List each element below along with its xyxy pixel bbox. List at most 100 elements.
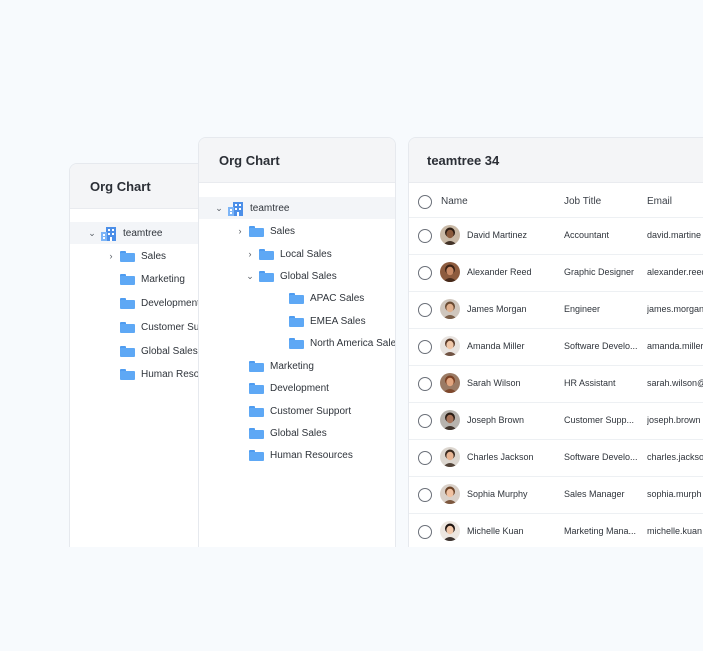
tree-item-label: North America Sales — [310, 337, 396, 349]
cell-name: James Morgan — [467, 304, 527, 314]
panel-title: Org Chart — [199, 138, 395, 183]
tree-item-label: Sales — [141, 250, 167, 262]
tree-item-label: Human Resources — [270, 449, 353, 461]
cell-email: alexander.reed — [647, 267, 703, 277]
table-row[interactable]: Joseph Brown Customer Supp... joseph.brown — [409, 402, 703, 439]
tree-item-label: Marketing — [270, 360, 314, 372]
table-row[interactable]: Michelle Kuan Marketing Mana... michelle.k… — [409, 513, 703, 547]
column-header-job-title[interactable]: Job Title — [564, 196, 601, 207]
tree-item[interactable]: ›North America Sales — [275, 332, 396, 354]
table-row[interactable]: Sarah Wilson HR Assistant sarah.wilson@ — [409, 365, 703, 402]
table-row[interactable]: Alexander Reed Graphic Designer alexander.… — [409, 254, 703, 291]
avatar — [440, 373, 460, 393]
row-select-radio[interactable] — [418, 488, 432, 502]
tree-item[interactable]: ›APAC Sales — [275, 287, 364, 309]
cell-email: david.martine — [647, 230, 702, 240]
avatar — [440, 447, 460, 467]
column-header-name[interactable]: Name — [441, 196, 468, 207]
folder-icon — [120, 297, 135, 309]
row-select-radio[interactable] — [418, 414, 432, 428]
cell-name: David Martinez — [467, 230, 528, 240]
cell-name: Sophia Murphy — [467, 489, 528, 499]
tree-root-label: teamtree — [250, 202, 290, 214]
cell-name: Alexander Reed — [467, 267, 532, 277]
avatar — [440, 521, 460, 541]
row-select-radio[interactable] — [418, 303, 432, 317]
cell-email: michelle.kuan — [647, 526, 703, 536]
tree-item[interactable]: ›Customer Support — [235, 400, 351, 422]
cell-job-title: Graphic Designer — [564, 267, 635, 277]
cell-job-title: Marketing Mana... — [564, 526, 637, 536]
row-select-radio[interactable] — [418, 340, 432, 354]
tree-item-label: Local Sales — [280, 248, 332, 260]
tree-item[interactable]: ›Development — [106, 292, 200, 314]
avatar — [440, 336, 460, 356]
table-row[interactable]: Amanda Miller Software Develo... amanda.mi… — [409, 328, 703, 365]
chevron-right-icon[interactable]: › — [106, 251, 116, 261]
folder-icon — [289, 292, 304, 304]
tree-item-label: Development — [270, 382, 329, 394]
tree-item[interactable]: › Sales — [106, 245, 166, 267]
cell-email: charles.jackso — [647, 452, 703, 462]
tree-item[interactable]: ⌄ Global Sales — [245, 265, 337, 287]
tree-item[interactable]: ›Development — [235, 377, 329, 399]
cell-job-title: HR Assistant — [564, 378, 616, 388]
column-header-email[interactable]: Email — [647, 196, 672, 207]
cell-email: james.morgan — [647, 304, 703, 314]
cell-job-title: Engineer — [564, 304, 601, 314]
folder-icon — [249, 225, 264, 237]
chevron-down-icon[interactable]: ⌄ — [214, 203, 224, 214]
tree-item[interactable]: ›Marketing — [235, 355, 314, 377]
folder-icon — [120, 368, 135, 380]
tree-item-label: Global Sales — [141, 345, 198, 357]
row-select-radio[interactable] — [418, 229, 432, 243]
chevron-down-icon[interactable]: ⌄ — [87, 228, 97, 239]
table-row[interactable]: James Morgan Engineer james.morgan — [409, 291, 703, 328]
cell-job-title: Sales Manager — [564, 489, 625, 499]
tree-item[interactable]: ›Global Sales — [106, 340, 198, 362]
table-row[interactable]: Charles Jackson Software Develo... charles… — [409, 439, 703, 476]
tree-item[interactable]: ›Human Resources — [235, 444, 353, 466]
folder-icon — [249, 449, 264, 461]
cell-job-title: Software Develo... — [564, 452, 638, 462]
chevron-down-icon[interactable]: ⌄ — [245, 271, 255, 282]
select-all-radio[interactable] — [418, 195, 432, 209]
tree-root[interactable]: ⌄ teamtree — [199, 197, 395, 219]
panel-title: Org Chart — [70, 164, 208, 209]
tree-item[interactable]: ›Customer Sup — [106, 316, 205, 338]
tree-root[interactable]: ⌄ teamtree — [70, 222, 208, 244]
tree-item-label: Customer Support — [270, 405, 352, 417]
table-row[interactable]: Sophia Murphy Sales Manager sophia.murph — [409, 476, 703, 513]
folder-icon — [289, 315, 304, 327]
row-select-radio[interactable] — [418, 525, 432, 539]
members-table-panel: teamtree 34 Name Job Title Email David M… — [408, 137, 703, 547]
org-chart-panel-back: Org Chart ⌄ teamtree › Sales ›Marketing›De… — [69, 163, 209, 547]
cell-job-title: Accountant — [564, 230, 610, 240]
cell-job-title: Software Develo... — [564, 341, 638, 351]
chevron-right-icon[interactable]: › — [245, 249, 255, 259]
tree-item[interactable]: ›EMEA Sales — [275, 310, 366, 332]
cell-name: Charles Jackson — [467, 452, 534, 462]
chevron-right-icon[interactable]: › — [235, 226, 245, 236]
building-icon — [101, 226, 116, 241]
folder-icon — [120, 250, 135, 262]
cell-email: amanda.miller — [647, 341, 703, 351]
table-row[interactable]: David Martinez Accountant david.martine — [409, 217, 703, 254]
folder-icon — [259, 248, 274, 260]
tree-item[interactable]: › Local Sales — [245, 243, 332, 265]
tree-item-label: Marketing — [141, 273, 185, 285]
row-select-radio[interactable] — [418, 451, 432, 465]
row-select-radio[interactable] — [418, 377, 432, 391]
cell-name: Michelle Kuan — [467, 526, 524, 536]
folder-icon — [249, 382, 264, 394]
avatar — [440, 299, 460, 319]
tree-item[interactable]: › Sales — [235, 220, 295, 242]
tree-item[interactable]: ›Human Resou — [106, 363, 205, 385]
avatar — [440, 262, 460, 282]
row-select-radio[interactable] — [418, 266, 432, 280]
tree-item[interactable]: ›Global Sales — [235, 422, 327, 444]
avatar — [440, 225, 460, 245]
folder-icon — [249, 427, 264, 439]
tree-item[interactable]: ›Marketing — [106, 268, 185, 290]
org-chart-panel: Org Chart ⌄ teamtree › Sales › Local Sales ⌄… — [198, 137, 396, 547]
